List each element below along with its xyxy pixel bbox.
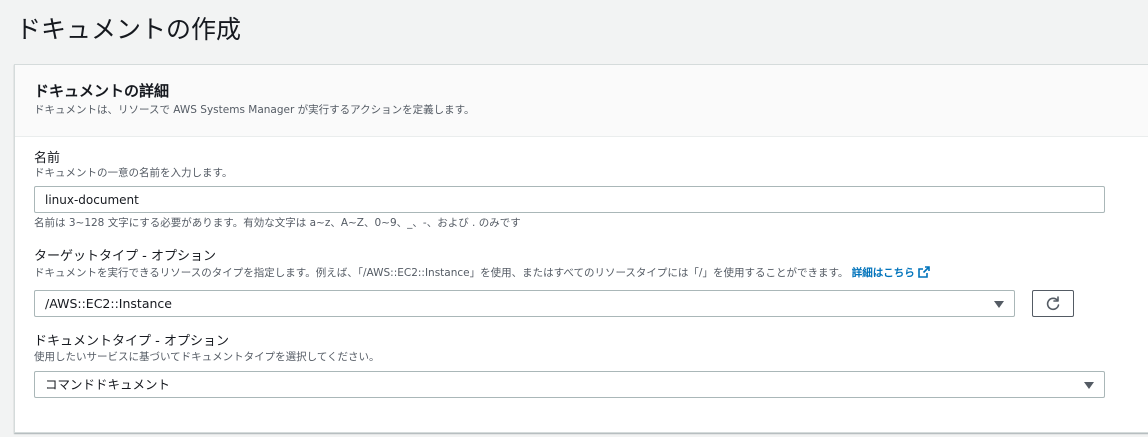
target-type-description: ドキュメントを実行できるリソースのタイプを指定します。例えば、「/AWS::EC…	[34, 266, 930, 283]
target-type-selected-value: /AWS::EC2::Instance	[45, 296, 172, 311]
target-type-label: ターゲットタイプ - オプション	[34, 249, 216, 264]
name-description: ドキュメントの一意の名前を入力します。	[34, 167, 233, 179]
panel-header: ドキュメントの詳細 ドキュメントは、リソースで AWS Systems Mana…	[15, 65, 1148, 137]
refresh-icon	[1046, 296, 1060, 311]
target-type-description-text: ドキュメントを実行できるリソースのタイプを指定します。例えば、「/AWS::EC…	[34, 267, 849, 279]
external-link-icon	[917, 266, 930, 283]
document-type-selected-value: コマンドドキュメント	[45, 377, 171, 392]
name-label: 名前	[34, 151, 61, 166]
caret-down-icon	[1084, 382, 1094, 389]
document-type-select[interactable]: コマンドドキュメント	[34, 371, 1105, 398]
panel-description: ドキュメントは、リソースで AWS Systems Manager が実行するア…	[34, 104, 475, 116]
name-constraint-text: 名前は 3~128 文字にする必要があります。有効な文字は a~z、A~Z、0~…	[34, 217, 521, 229]
learn-more-label: 詳細はこちら	[851, 267, 915, 279]
document-details-panel: ドキュメントの詳細 ドキュメントは、リソースで AWS Systems Mana…	[14, 64, 1148, 433]
document-type-label: ドキュメントタイプ - オプション	[34, 334, 229, 349]
name-input[interactable]	[34, 186, 1105, 213]
panel-title: ドキュメントの詳細	[34, 82, 170, 100]
refresh-button[interactable]	[1032, 290, 1074, 317]
learn-more-link[interactable]: 詳細はこちら	[851, 266, 930, 279]
page-title: ドキュメントの作成	[16, 15, 242, 44]
target-type-select[interactable]: /AWS::EC2::Instance	[34, 290, 1015, 317]
document-type-description: 使用したいサービスに基づいてドキュメントタイプを選択してください。	[34, 351, 380, 363]
caret-down-icon	[994, 301, 1004, 308]
